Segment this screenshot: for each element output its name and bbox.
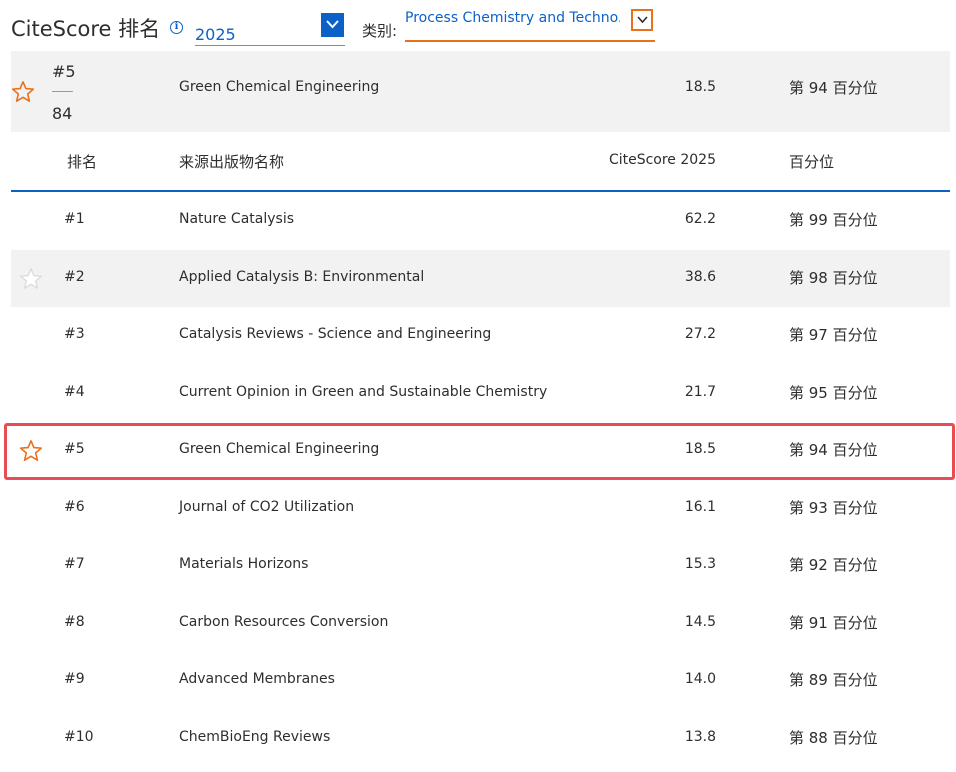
percentile-cell: 第 93 百分位 [789, 498, 878, 517]
rank-cell: #8 [64, 613, 85, 630]
year-value: 2025 [195, 25, 236, 44]
summary-percentile: 第 94 百分位 [789, 79, 878, 97]
table-row: #10 ChemBioEng Reviews 13.8 第 88 百分位 [11, 710, 950, 768]
citescore-cell: 16.1 [684, 498, 716, 515]
rank-cell: #9 [64, 671, 85, 687]
summary-rank: #5 [52, 62, 76, 81]
rank-cell: #1 [64, 211, 85, 227]
rank-cell: #3 [64, 326, 85, 342]
table-row: #2 Applied Catalysis B: Environmental 38.6… [11, 249, 950, 307]
header-rank: 排名 [67, 153, 98, 171]
header-source-name: 来源出版物名称 [179, 153, 285, 171]
chevron-down-icon [326, 20, 339, 29]
favorite-star-icon[interactable] [19, 267, 43, 291]
percentile-cell: 第 89 百分位 [789, 671, 878, 689]
percentile-cell: 第 92 百分位 [789, 556, 878, 574]
info-icon[interactable]: i [170, 21, 183, 34]
header-percentile: 百分位 [789, 153, 835, 171]
source-name-cell[interactable]: Journal of CO2 Utilization [179, 499, 354, 515]
table-row: #3 Catalysis Reviews - Science and Engine… [11, 307, 950, 365]
citescore-cell: 27.2 [684, 326, 716, 342]
source-name-cell[interactable]: Applied Catalysis B: Environmental [179, 269, 424, 285]
summary-citescore: 18.5 [684, 79, 716, 95]
category-select[interactable]: Process Chemistry and Techno... [405, 7, 655, 42]
table-header: 排名 来源出版物名称 CiteScore 2025 百分位 [11, 132, 950, 192]
table-row: #8 Carbon Resources Conversion 14.5 第 91 百分… [11, 595, 950, 653]
header-citescore: CiteScore 2025 [608, 152, 716, 168]
source-name-cell[interactable]: Nature Catalysis [179, 211, 294, 227]
citescore-cell: 62.2 [684, 211, 716, 227]
citescore-cell: 14.5 [684, 613, 716, 630]
year-dropdown-button[interactable] [321, 13, 344, 37]
summary-total: 84 [52, 104, 73, 123]
table-row: #7 Materials Horizons 15.3 第 92 百分位 [11, 537, 950, 595]
source-name-cell[interactable]: Advanced Membranes [179, 671, 335, 687]
category-label: 类别: [362, 22, 398, 40]
summary-source-name[interactable]: Green Chemical Engineering [179, 79, 379, 95]
citescore-cell: 15.3 [684, 556, 716, 572]
percentile-cell: 第 95 百分位 [789, 383, 878, 402]
table-row: #1 Nature Catalysis 62.2 第 99 百分位 [11, 192, 950, 250]
percentile-cell: 第 97 百分位 [789, 326, 878, 344]
current-source-summary: #5 84 Green Chemical Engineering 18.5 第 … [11, 51, 950, 132]
table-row: #6 Journal of CO2 Utilization 16.1 第 93 百分位 [11, 480, 950, 538]
rank-cell: #7 [64, 556, 85, 572]
table-row: #9 Advanced Membranes 14.0 第 89 百分位 [11, 652, 950, 710]
favorite-star-icon[interactable] [11, 80, 35, 104]
percentile-cell: 第 98 百分位 [789, 268, 878, 287]
source-name-cell[interactable]: ChemBioEng Reviews [179, 729, 330, 745]
current-source-highlight [4, 423, 955, 480]
citescore-cell: 38.6 [684, 268, 716, 285]
year-select[interactable]: 2025 [195, 12, 345, 46]
category-value: Process Chemistry and Techno... [405, 10, 620, 26]
citescore-cell: 21.7 [684, 383, 716, 400]
source-name-cell[interactable]: Materials Horizons [179, 556, 308, 572]
citescore-cell: 13.8 [684, 728, 716, 745]
header: CiteScore 排名 i 2025 类别: Process Chemistr… [0, 0, 956, 50]
percentile-cell: 第 91 百分位 [789, 613, 878, 632]
percentile-cell: 第 99 百分位 [789, 211, 878, 229]
source-name-cell[interactable]: Current Opinion in Green and Sustainable… [179, 384, 547, 400]
rank-cell: #10 [64, 728, 94, 745]
source-name-cell[interactable]: Carbon Resources Conversion [179, 614, 388, 630]
rank-cell: #4 [64, 383, 85, 400]
page-title: CiteScore 排名 [11, 17, 161, 41]
citescore-cell: 14.0 [684, 671, 716, 687]
rank-cell: #2 [64, 268, 85, 285]
rank-cell: #6 [64, 498, 85, 515]
percentile-cell: 第 88 百分位 [789, 728, 878, 747]
rank-divider [52, 91, 73, 92]
source-name-cell[interactable]: Catalysis Reviews - Science and Engineer… [179, 326, 491, 342]
category-dropdown-button[interactable] [631, 9, 653, 31]
table-row: #4 Current Opinion in Green and Sustainab… [11, 365, 950, 423]
chevron-down-icon [637, 16, 648, 24]
